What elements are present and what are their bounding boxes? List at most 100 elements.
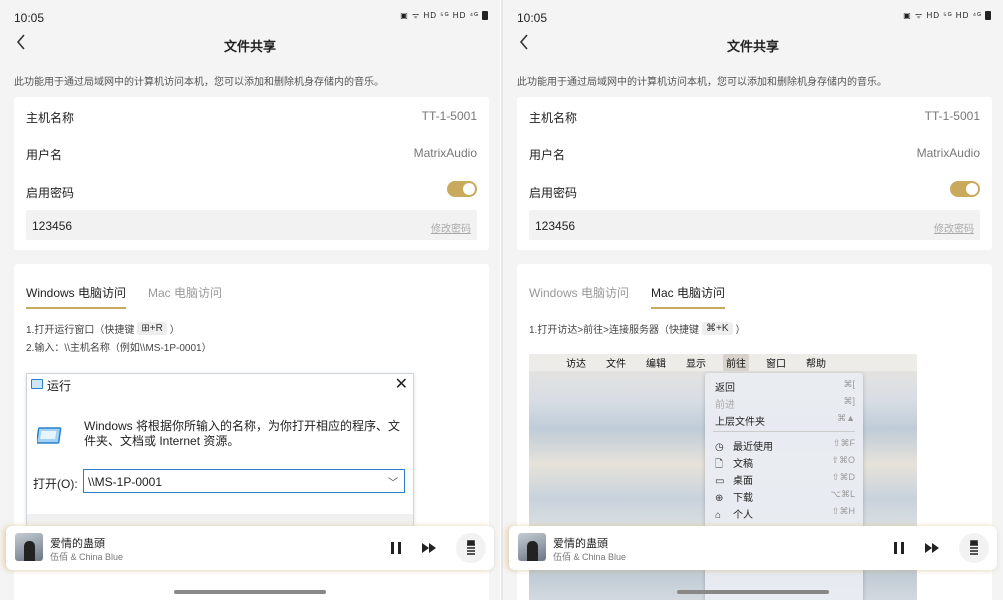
page-description: 此功能用于通过局域网中的计算机访问本机，您可以添加和删除机身存储内的音乐。 <box>517 77 887 88</box>
tab-windows[interactable]: Windows 电脑访问 <box>529 284 629 307</box>
run-dialog-title: 运行 <box>47 379 72 393</box>
album-cover[interactable] <box>518 533 546 561</box>
run-input[interactable]: \\MS-1P-0001 ﹀ <box>83 469 405 493</box>
page-title: 文件共享 <box>726 39 779 54</box>
menu-item-back[interactable]: 返回 ⌘[ <box>715 379 855 394</box>
menu-item-label: 最近使用 <box>733 442 773 453</box>
menu-item-enclosing-folder[interactable]: 上层文件夹 ⌘▲ <box>715 413 855 428</box>
tab-mac[interactable]: Mac 电脑访问 <box>148 284 222 307</box>
status-icons: ▣ ᯤ HD ⁵ᴳ HD ⁴ᴳ <box>903 10 991 21</box>
mac-step-1-suffix: ） <box>735 325 746 336</box>
close-icon[interactable]: ✕ <box>395 374 408 394</box>
user-value: MatrixAudio <box>916 146 980 160</box>
menu-shortcut: ⇧⌘O <box>831 455 855 465</box>
home-icon: ⌂ <box>715 510 722 521</box>
tab-mac[interactable]: Mac 电脑访问 <box>651 284 726 309</box>
tab-windows[interactable]: Windows 电脑访问 <box>26 284 127 309</box>
playlist-button[interactable] <box>959 533 989 563</box>
menu-item-label: 桌面 <box>733 476 753 487</box>
desktop-icon: ▭ <box>715 476 725 487</box>
change-password-link[interactable]: 修改密码 <box>431 220 471 235</box>
run-app-icon <box>31 379 43 389</box>
mini-player[interactable]: 爱情的蛊頭 伍佰 & China Blue <box>6 526 494 570</box>
password-toggle-label: 启用密码 <box>26 186 75 200</box>
chevron-down-icon[interactable]: ﹀ <box>388 474 398 489</box>
menu-item-label: 前进 <box>715 400 735 411</box>
mac-menu-file[interactable]: 文件 <box>603 354 629 371</box>
password-field[interactable]: 123456 修改密码 <box>26 210 477 240</box>
mini-player[interactable]: 爱情的蛊頭 伍佰 & China Blue <box>509 526 997 570</box>
open-label: 打开(O): <box>33 477 78 491</box>
battery-icon <box>985 11 991 20</box>
mac-menu-edit[interactable]: 编辑 <box>643 354 669 371</box>
menu-item-downloads[interactable]: ⊕ 下载 ⌥⌘L <box>715 489 855 504</box>
run-dialog-description: Windows 将根据你所输入的名称，为你打开相应的程序、文件夹、文档或 Int… <box>84 419 401 448</box>
song-title: 爱情的蛊頭 <box>553 538 608 550</box>
settings-card: 主机名称 TT-1-5001 用户名 MatrixAudio 启用密码 1234… <box>14 97 489 250</box>
playlist-icon <box>970 540 978 555</box>
playlist-icon <box>467 540 475 555</box>
menu-item-label: 上层文件夹 <box>715 417 765 428</box>
menu-shortcut: ⌥⌘L <box>830 489 855 499</box>
host-value: TT-1-5001 <box>924 109 980 123</box>
mac-step-1: 1.打开访达>前往>连接服务器（快捷键 ⌘+K ） <box>529 321 746 336</box>
run-input-value: \\MS-1P-0001 <box>88 475 163 489</box>
shortcut-key: ⊞+R <box>137 322 167 335</box>
menu-shortcut: ⌘▲ <box>837 413 855 423</box>
status-bar: 10:05 ▣ ᯤ HD ⁵ᴳ HD ⁴ᴳ <box>0 0 500 32</box>
menu-item-recents[interactable]: ◷ 最近使用 ⇧⌘F <box>715 438 855 453</box>
user-value: MatrixAudio <box>413 146 477 160</box>
menu-item-label: 文稿 <box>733 459 753 470</box>
run-dialog: 运行 ✕ Windows 将根据你所输入的名称，为你打开相应的程序、文件夹、文档… <box>26 373 414 534</box>
menu-shortcut: ⇧⌘D <box>831 472 855 482</box>
menu-item-label: 返回 <box>715 383 735 394</box>
mac-menu-window[interactable]: 窗口 <box>763 354 789 371</box>
windows-step-2: 2.输入：\\主机名称（例如\\MS-1P-0001） <box>26 343 212 354</box>
playlist-button[interactable] <box>456 533 486 563</box>
menu-item-documents[interactable]: 🗋 文稿 ⇧⌘O <box>715 455 855 470</box>
left-screen: 10:05 ▣ ᯤ HD ⁵ᴳ HD ⁴ᴳ 文件共享 此功能用于通过局域网中的计… <box>0 0 500 600</box>
battery-icon <box>482 11 488 20</box>
windows-step-1-text: 1.打开运行窗口（快捷键 <box>26 325 135 336</box>
shortcut-key: ⌘+K <box>702 322 733 335</box>
password-toggle[interactable] <box>447 181 477 197</box>
status-time: 10:05 <box>14 11 45 25</box>
menu-item-label: 下载 <box>733 493 753 504</box>
mac-menu-finder[interactable]: 访达 <box>563 354 589 371</box>
menu-item-label: 个人 <box>733 510 753 521</box>
next-icon[interactable] <box>923 539 941 557</box>
status-icons-text: ▣ ᯤ HD ⁵ᴳ HD ⁴ᴳ <box>903 11 982 20</box>
next-icon[interactable] <box>420 539 438 557</box>
user-label: 用户名 <box>26 148 63 162</box>
right-screen: 10:05 ▣ ᯤ HD ⁵ᴳ HD ⁴ᴳ 文件共享 此功能用于通过局域网中的计… <box>503 0 1003 600</box>
status-time: 10:05 <box>517 11 548 25</box>
home-indicator <box>174 590 326 594</box>
menu-shortcut: ⇧⌘H <box>831 506 855 516</box>
mac-menu-help[interactable]: 帮助 <box>803 354 829 371</box>
change-password-link[interactable]: 修改密码 <box>934 220 974 235</box>
page-description: 此功能用于通过局域网中的计算机访问本机，您可以添加和删除机身存储内的音乐。 <box>14 77 384 88</box>
song-artist: 伍佰 & China Blue <box>553 552 627 562</box>
host-label: 主机名称 <box>529 111 578 125</box>
menu-item-desktop[interactable]: ▭ 桌面 ⇧⌘D <box>715 472 855 487</box>
windows-step-1-suffix: ） <box>169 325 180 336</box>
pause-icon[interactable] <box>387 539 405 557</box>
mac-menu-go[interactable]: 前往 <box>723 354 749 371</box>
menu-item-home[interactable]: ⌂ 个人 ⇧⌘H <box>715 506 855 521</box>
password-field[interactable]: 123456 修改密码 <box>529 210 980 240</box>
album-cover[interactable] <box>15 533 43 561</box>
settings-card: 主机名称 TT-1-5001 用户名 MatrixAudio 启用密码 1234… <box>517 97 992 250</box>
host-value: TT-1-5001 <box>421 109 477 123</box>
menu-item-forward: 前进 ⌘] <box>715 396 855 411</box>
host-label: 主机名称 <box>26 111 75 125</box>
status-bar: 10:05 ▣ ᯤ HD ⁵ᴳ HD ⁴ᴳ <box>503 0 1003 32</box>
password-toggle[interactable] <box>950 181 980 197</box>
mac-step-1-text: 1.打开访达>前往>连接服务器（快捷键 <box>529 325 700 336</box>
password-value: 123456 <box>32 219 73 233</box>
status-icons: ▣ ᯤ HD ⁵ᴳ HD ⁴ᴳ <box>400 10 488 21</box>
menu-shortcut: ⌘[ <box>843 379 855 389</box>
menu-shortcut: ⌘] <box>843 396 855 406</box>
mac-menu-view[interactable]: 显示 <box>683 354 709 371</box>
menu-separator <box>713 431 855 432</box>
pause-icon[interactable] <box>890 539 908 557</box>
